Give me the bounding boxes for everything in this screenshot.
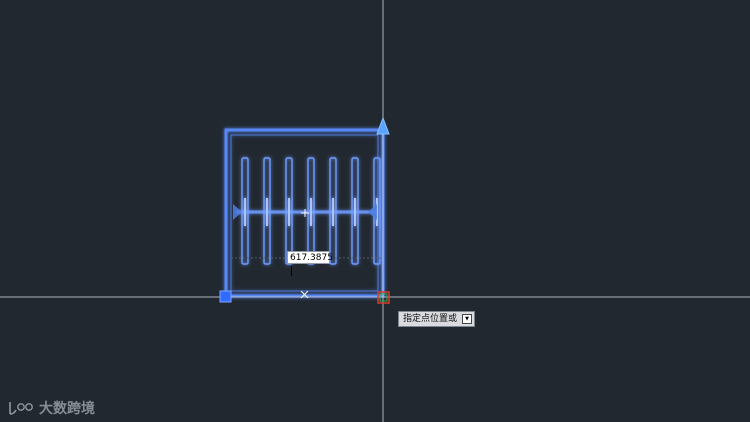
chevron-down-icon[interactable]: ▼	[462, 314, 473, 324]
grip-stretch-arrow-up[interactable]	[376, 116, 390, 135]
watermark-text: 大数跨境	[39, 401, 95, 417]
dynamic-input-field[interactable]: 617.3875	[287, 251, 333, 276]
watermark: 大数跨境	[8, 398, 95, 418]
command-prompt-text: 指定点位置或	[403, 314, 458, 324]
grip-stretch-arrow-left[interactable]	[233, 204, 242, 220]
grip-bottom-left[interactable]	[219, 290, 232, 303]
drawing-canvas[interactable]	[0, 0, 750, 422]
command-prompt-tooltip[interactable]: 指定点位置或 ▼	[398, 311, 476, 327]
grip-stretch-arrow-right[interactable]	[368, 204, 377, 220]
text-caret	[291, 265, 292, 276]
brand-logo-icon	[9, 402, 33, 415]
drawing-viewport[interactable]: 617.3875 指定点位置或 ▼ 大数跨境	[0, 0, 750, 422]
dynamic-input-value: 617.3875	[290, 253, 333, 263]
